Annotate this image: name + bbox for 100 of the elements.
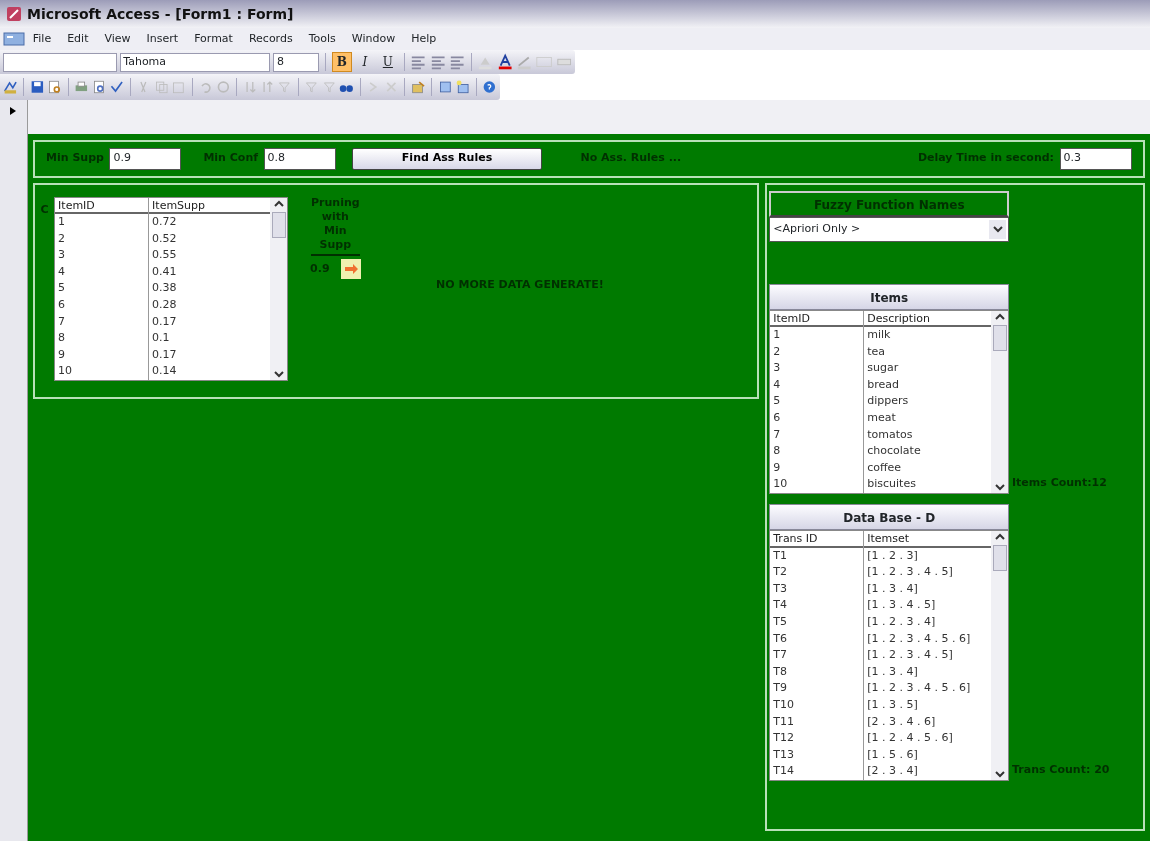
pruning-label: Pruning with Min Supp [311,196,360,256]
table-cell-text: 5 [57,280,67,297]
menu-item[interactable]: File [24,30,60,48]
table-title: Data Base - D [769,504,1010,531]
table-cell-text: [1 . 2 . 3 . 4 . 5 . 6] [866,630,972,647]
column-header[interactable]: ItemID [770,310,864,328]
table-cell-text: [1 . 3 . 5] [866,696,919,713]
table-cell-text: [1 . 3 . 4] [866,663,919,680]
fuzzy-combo[interactable]: <Apriori Only > [769,216,1010,242]
message-text: NO MORE DATA GENERATE! [436,276,604,293]
menu-item[interactable]: Edit [59,30,97,48]
table-cell-text: T12 [772,730,795,747]
column-header[interactable]: Trans ID [770,531,864,548]
print-preview-icon[interactable] [91,78,107,96]
scrollbar-thumb[interactable] [992,324,1007,351]
menu-item[interactable]: Help [403,30,445,48]
table-cell-text: 10 [57,363,74,380]
menu-item[interactable]: Window [343,30,404,48]
field-label: Min Conf [203,150,258,167]
count-label: Trans Count: 20 [1012,761,1110,778]
table-cell-text: 7 [772,426,782,443]
form-icon [2,31,25,47]
table-cell-text: [1 . 2 . 3 . 4 . 5 . 6] [866,680,972,697]
table-cell-text: 0.55 [151,247,178,264]
table-cell-text: 6 [57,297,67,314]
style-button[interactable]: U [377,52,398,72]
table-cell-text: [1 . 2 . 3 . 4 . 5] [866,564,954,581]
scrollbar-thumb[interactable] [271,211,286,238]
help-icon[interactable] [482,78,498,96]
font-color-icon[interactable] [496,53,513,71]
menu-item[interactable]: Records [240,30,301,48]
table-cell-text: 0.28 [151,297,178,314]
table-cell-text: 2 [772,343,782,360]
table-cell-text: T9 [772,680,788,697]
combo-value: <Apriori Only > [773,220,861,237]
design-view-icon[interactable] [2,78,18,96]
table-cell-text: 0.14 [151,363,178,380]
delay-field[interactable]: 0.3 [1059,147,1132,170]
table-cell-text: 0.72 [151,214,178,231]
database-window-icon[interactable] [437,78,453,96]
table-cell-text: 10 [772,476,789,493]
table-title: Items [769,283,1010,310]
table-cell-text: [1 . 5 . 6] [866,746,919,763]
new-object-icon[interactable] [455,78,471,96]
font-combo[interactable]: Tahoma [119,52,271,72]
arrow-button[interactable] [340,258,361,279]
table-cell-text: biscuites [866,476,917,493]
scrollbar[interactable] [991,531,1009,780]
copy-icon[interactable] [153,78,169,96]
min-supp-field[interactable]: 0.9 [109,147,182,170]
menu-item[interactable]: Tools [300,30,344,48]
scrollbar-thumb[interactable] [992,545,1007,572]
table-cell-text: T2 [772,564,788,581]
font-size-combo[interactable]: 8 [273,52,320,72]
menu-item[interactable]: Insert [138,30,187,48]
table-cell-text: sugar [866,360,900,377]
save-icon[interactable] [29,78,45,96]
table-cell-text: 0.41 [151,263,178,280]
table-cell-text: [1 . 3 . 4 . 5] [866,597,937,614]
table-cell-text: [1 . 3 . 4] [866,580,919,597]
table-cell-text: 2 [57,230,67,247]
table-cell-text: 9 [772,459,782,476]
table-cell-text: [1 . 2 . 3 . 4] [866,614,937,630]
status-text: No Ass. Rules ... [580,150,682,167]
table-cell-text: 0.52 [151,230,178,247]
table-cell-text: tea [866,343,887,360]
table-cell-text: tomatos [866,426,914,443]
table-cell-text: coffee [866,459,903,476]
field-label: Delay Time in second: [917,150,1054,167]
table-cell-text: bread [866,376,900,393]
table-cell-text: 6 [772,410,782,427]
column-header[interactable]: ItemID [55,197,149,215]
field-label: Min Supp [46,150,104,167]
table-cell-text: T14 [772,763,795,780]
count-label: Items Count:12 [1012,474,1107,491]
table-cell-text: 0.1 [151,330,171,347]
table-cell-text: 0.17 [151,313,178,330]
file-search-icon[interactable] [47,78,62,96]
table-cell-text: T7 [772,647,788,664]
table-cell-text: dippers [866,393,910,410]
caption-text: C [40,201,49,218]
table-cell-text: 1 [772,327,782,344]
min-conf-field[interactable]: 0.8 [263,147,336,170]
style-button[interactable]: B [331,52,353,72]
style-button[interactable]: I [354,52,375,72]
table-cell-text: [2 . 3 . 4] [866,763,919,780]
scrollbar[interactable] [270,197,288,381]
table-cell-text: T8 [772,663,788,680]
table-cell-text: 4 [57,263,67,280]
table-cell-text: 3 [772,360,782,377]
table-cell-text: 5 [772,393,782,410]
menu-item[interactable]: Format [186,30,241,48]
menu-item[interactable]: View [96,30,139,48]
record-selector-icon [9,105,18,116]
object-combo[interactable] [2,52,117,72]
table-cell-text: T10 [772,696,795,713]
table-cell-text: T11 [772,713,795,730]
pruning-value: 0.9 [310,260,330,277]
find-rules-button[interactable]: Find Ass Rules [352,147,542,170]
scrollbar[interactable] [991,310,1009,494]
